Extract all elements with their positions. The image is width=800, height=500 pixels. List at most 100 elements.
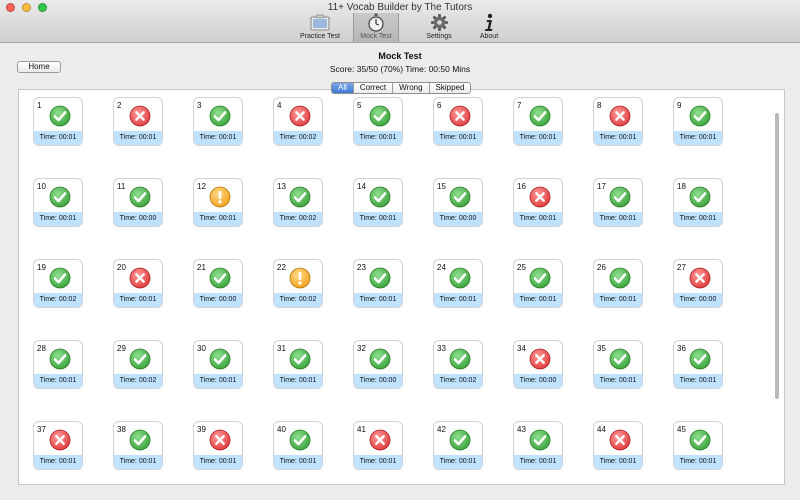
filter-skipped[interactable]: Skipped <box>430 83 471 93</box>
question-card[interactable]: 36 Time: 00:01 <box>673 340 723 389</box>
question-time: Time: 00:01 <box>594 293 642 307</box>
question-card[interactable]: 5 Time: 00:01 <box>353 97 403 146</box>
question-card[interactable]: 12 Time: 00:01 <box>193 178 243 227</box>
checkmark-icon <box>369 348 391 370</box>
cross-icon <box>129 267 151 289</box>
cross-icon <box>449 105 471 127</box>
question-number: 34 <box>517 344 526 353</box>
question-card[interactable]: 1 Time: 00:01 <box>33 97 83 146</box>
filter-correct[interactable]: Correct <box>354 83 394 93</box>
checkmark-icon <box>209 348 231 370</box>
question-card[interactable]: 34 Time: 00:00 <box>513 340 563 389</box>
question-card[interactable]: 20 Time: 00:01 <box>113 259 163 308</box>
checkmark-icon <box>369 186 391 208</box>
question-card[interactable]: 39 Time: 00:01 <box>193 421 243 470</box>
question-card[interactable]: 13 Time: 00:02 <box>273 178 323 227</box>
question-time: Time: 00:01 <box>354 212 402 226</box>
checkmark-icon <box>609 348 631 370</box>
question-card[interactable]: 45 Time: 00:01 <box>673 421 723 470</box>
question-time: Time: 00:02 <box>34 293 82 307</box>
question-time: Time: 00:02 <box>114 374 162 388</box>
question-card[interactable]: 30 Time: 00:01 <box>193 340 243 389</box>
cross-icon <box>609 429 631 451</box>
question-card[interactable]: 8 Time: 00:01 <box>593 97 643 146</box>
question-card[interactable]: 19 Time: 00:02 <box>33 259 83 308</box>
question-card[interactable]: 35 Time: 00:01 <box>593 340 643 389</box>
question-number: 1 <box>37 101 42 110</box>
question-time: Time: 00:00 <box>354 374 402 388</box>
question-card[interactable]: 6 Time: 00:01 <box>433 97 483 146</box>
question-number: 28 <box>37 344 46 353</box>
filter-wrong[interactable]: Wrong <box>393 83 430 93</box>
question-card[interactable]: 22 Time: 00:02 <box>273 259 323 308</box>
toolbar-settings[interactable]: Settings <box>416 13 462 42</box>
question-number: 30 <box>197 344 206 353</box>
cross-icon <box>529 186 551 208</box>
title-bar: 11+ Vocab Builder by The Tutors Practice… <box>0 0 800 43</box>
question-card[interactable]: 31 Time: 00:01 <box>273 340 323 389</box>
question-card[interactable]: 44 Time: 00:01 <box>593 421 643 470</box>
exclamation-icon <box>209 186 231 208</box>
question-card[interactable]: 10 Time: 00:01 <box>33 178 83 227</box>
question-card[interactable]: 25 Time: 00:01 <box>513 259 563 308</box>
toolbar-about[interactable]: About <box>466 13 512 42</box>
question-card[interactable]: 43 Time: 00:01 <box>513 421 563 470</box>
question-card[interactable]: 17 Time: 00:01 <box>593 178 643 227</box>
question-number: 2 <box>117 101 122 110</box>
question-card[interactable]: 33 Time: 00:02 <box>433 340 483 389</box>
question-number: 21 <box>197 263 206 272</box>
question-card[interactable]: 28 Time: 00:01 <box>33 340 83 389</box>
question-number: 29 <box>117 344 126 353</box>
question-card[interactable]: 40 Time: 00:01 <box>273 421 323 470</box>
checkmark-icon <box>529 429 551 451</box>
question-card[interactable]: 37 Time: 00:01 <box>33 421 83 470</box>
question-number: 35 <box>597 344 606 353</box>
question-card[interactable]: 9 Time: 00:01 <box>673 97 723 146</box>
question-time: Time: 00:01 <box>514 212 562 226</box>
question-card[interactable]: 42 Time: 00:01 <box>433 421 483 470</box>
checkmark-icon <box>129 186 151 208</box>
question-time: Time: 00:01 <box>34 374 82 388</box>
question-time: Time: 00:00 <box>194 293 242 307</box>
question-time: Time: 00:01 <box>674 374 722 388</box>
question-card[interactable]: 2 Time: 00:01 <box>113 97 163 146</box>
filter-all[interactable]: All <box>332 83 354 93</box>
cross-icon <box>529 348 551 370</box>
question-card[interactable]: 16 Time: 00:01 <box>513 178 563 227</box>
checkmark-icon <box>449 429 471 451</box>
question-time: Time: 00:01 <box>514 131 562 145</box>
question-number: 5 <box>357 101 362 110</box>
toolbar-mock-test[interactable]: Mock Test <box>353 13 399 42</box>
toolbar-practice-test[interactable]: Practice Test <box>297 13 343 42</box>
question-number: 23 <box>357 263 366 272</box>
question-number: 10 <box>37 182 46 191</box>
question-card[interactable]: 38 Time: 00:01 <box>113 421 163 470</box>
question-card[interactable]: 3 Time: 00:01 <box>193 97 243 146</box>
question-card[interactable]: 4 Time: 00:02 <box>273 97 323 146</box>
question-card[interactable]: 18 Time: 00:01 <box>673 178 723 227</box>
question-number: 36 <box>677 344 686 353</box>
question-card[interactable]: 41 Time: 00:01 <box>353 421 403 470</box>
question-number: 3 <box>197 101 202 110</box>
question-card[interactable]: 11 Time: 00:00 <box>113 178 163 227</box>
question-number: 45 <box>677 425 686 434</box>
question-time: Time: 00:00 <box>514 374 562 388</box>
checkmark-icon <box>609 267 631 289</box>
question-number: 7 <box>517 101 522 110</box>
question-card[interactable]: 24 Time: 00:01 <box>433 259 483 308</box>
question-card[interactable]: 26 Time: 00:01 <box>593 259 643 308</box>
question-card[interactable]: 15 Time: 00:00 <box>433 178 483 227</box>
checkmark-icon <box>689 186 711 208</box>
question-card[interactable]: 23 Time: 00:01 <box>353 259 403 308</box>
checkmark-icon <box>209 267 231 289</box>
question-card[interactable]: 27 Time: 00:00 <box>673 259 723 308</box>
question-card[interactable]: 32 Time: 00:00 <box>353 340 403 389</box>
vertical-scrollbar[interactable] <box>775 113 779 399</box>
cross-icon <box>609 105 631 127</box>
question-card[interactable]: 7 Time: 00:01 <box>513 97 563 146</box>
question-card[interactable]: 29 Time: 00:02 <box>113 340 163 389</box>
question-number: 32 <box>357 344 366 353</box>
question-card[interactable]: 21 Time: 00:00 <box>193 259 243 308</box>
question-time: Time: 00:02 <box>274 293 322 307</box>
question-card[interactable]: 14 Time: 00:01 <box>353 178 403 227</box>
